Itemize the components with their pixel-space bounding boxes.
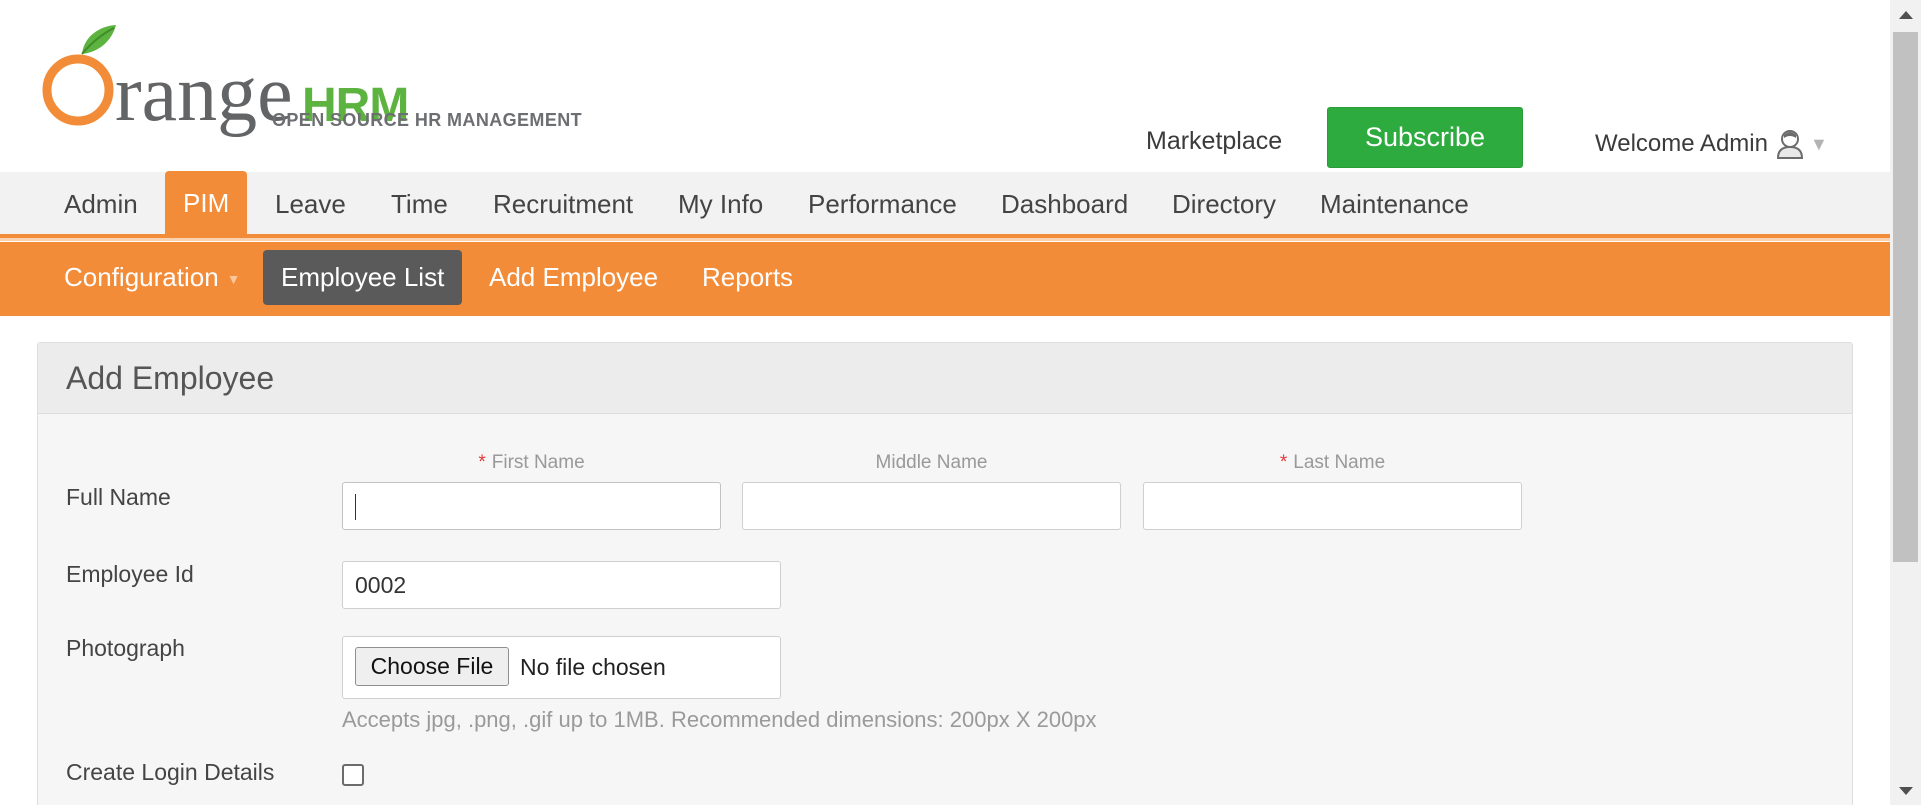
scroll-up-arrow-icon[interactable] bbox=[1890, 0, 1921, 30]
submenu-item-configuration[interactable]: Configuration ▼ bbox=[46, 250, 259, 305]
scroll-down-arrow-icon[interactable] bbox=[1890, 775, 1921, 805]
welcome-text: Welcome Admin bbox=[1595, 130, 1768, 157]
user-avatar-icon bbox=[1776, 129, 1804, 159]
employee-id-input[interactable] bbox=[342, 561, 781, 609]
middle-name-label: Middle Name bbox=[875, 452, 988, 473]
menu-item-admin[interactable]: Admin bbox=[46, 172, 156, 234]
welcome-menu[interactable]: Welcome Admin ▼ bbox=[1595, 129, 1828, 159]
menu-item-dashboard[interactable]: Dashboard bbox=[983, 172, 1146, 234]
vertical-scrollbar[interactable] bbox=[1890, 0, 1921, 805]
header: range HRM OPEN SOURCE HR MANAGEMENT Mark… bbox=[0, 0, 1890, 172]
first-name-label: * First Name bbox=[478, 452, 585, 473]
add-employee-panel: Add Employee bbox=[37, 342, 1853, 805]
submenu-item-employee-list[interactable]: Employee List bbox=[263, 250, 463, 305]
panel-title: Add Employee bbox=[38, 343, 1852, 414]
employee-id-label: Employee Id bbox=[66, 561, 194, 587]
last-name-label: * Last Name bbox=[1279, 452, 1386, 473]
caret-down-icon: ▼ bbox=[226, 270, 241, 287]
photograph-file-input[interactable]: Choose File No file chosen bbox=[342, 636, 781, 699]
menu-item-recruitment[interactable]: Recruitment bbox=[475, 172, 651, 234]
last-name-input[interactable] bbox=[1143, 482, 1522, 530]
submenu-item-reports[interactable]: Reports bbox=[684, 250, 811, 305]
photograph-label: Photograph bbox=[66, 635, 185, 661]
orangehrm-logo[interactable]: range HRM OPEN SOURCE HR MANAGEMENT bbox=[40, 22, 582, 137]
choose-file-button[interactable]: Choose File bbox=[355, 647, 509, 686]
submenu-item-add-employee[interactable]: Add Employee bbox=[471, 250, 676, 305]
configuration-label: Configuration bbox=[64, 262, 219, 292]
scrollbar-thumb[interactable] bbox=[1893, 32, 1918, 562]
create-login-checkbox[interactable] bbox=[342, 764, 364, 786]
menu-item-performance[interactable]: Performance bbox=[790, 172, 975, 234]
menu-item-maintenance[interactable]: Maintenance bbox=[1302, 172, 1487, 234]
caret-down-icon: ▼ bbox=[1809, 133, 1828, 154]
menu-item-time[interactable]: Time bbox=[373, 172, 466, 234]
first-name-input[interactable] bbox=[342, 482, 721, 530]
subscribe-button[interactable]: Subscribe bbox=[1327, 107, 1523, 168]
logo-tagline: OPEN SOURCE HR MANAGEMENT bbox=[272, 110, 583, 130]
menu-item-leave[interactable]: Leave bbox=[257, 172, 364, 234]
middle-name-input[interactable] bbox=[742, 482, 1121, 530]
svg-text:range: range bbox=[115, 50, 293, 137]
marketplace-link[interactable]: Marketplace bbox=[1146, 127, 1282, 156]
menu-item-my-info[interactable]: My Info bbox=[660, 172, 781, 234]
menu-item-directory[interactable]: Directory bbox=[1154, 172, 1294, 234]
required-marker: * bbox=[478, 452, 486, 473]
sub-menu: Configuration ▼ Employee List Add Employe… bbox=[0, 242, 1890, 316]
required-marker: * bbox=[1279, 452, 1288, 473]
main-menu: Admin PIM Leave Time Recruitment My Info… bbox=[0, 171, 1890, 241]
no-file-chosen-text: No file chosen bbox=[520, 654, 666, 680]
create-login-label: Create Login Details bbox=[66, 759, 275, 785]
photograph-help-text: Accepts jpg, .png, .gif up to 1MB. Recom… bbox=[342, 707, 1097, 732]
menu-item-pim[interactable]: PIM bbox=[165, 171, 248, 235]
full-name-label: Full Name bbox=[66, 484, 171, 510]
text-cursor bbox=[355, 494, 356, 520]
